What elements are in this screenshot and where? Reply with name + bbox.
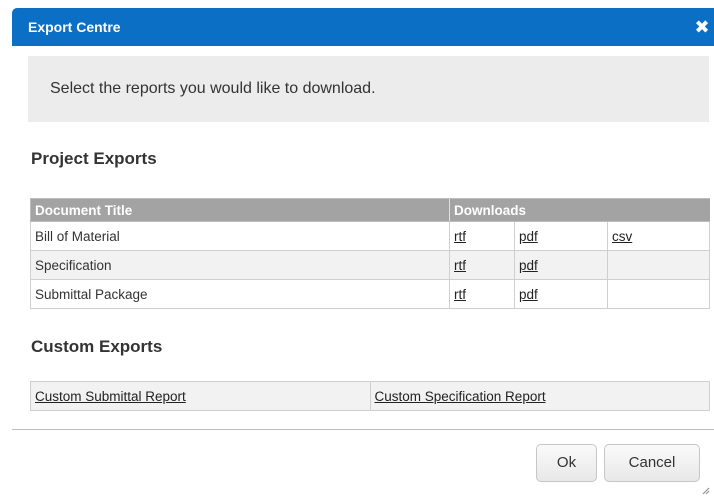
table-row: Custom Submittal Report Custom Specifica… — [30, 381, 710, 411]
dialog-titlebar[interactable]: Export Centre ✖ — [12, 8, 714, 46]
download-rtf-link[interactable]: rtf — [454, 258, 466, 273]
custom-submittal-report-link[interactable]: Custom Submittal Report — [35, 389, 186, 404]
export-centre-dialog: Export Centre ✖ Select the reports you w… — [0, 0, 714, 499]
download-pdf-link[interactable]: pdf — [519, 287, 538, 302]
column-header-document-title: Document Title — [30, 198, 450, 222]
table-row: Submittal Package rtf pdf — [30, 279, 710, 309]
custom-specification-report-link[interactable]: Custom Specification Report — [375, 389, 546, 404]
ok-button[interactable]: Ok — [536, 444, 597, 482]
empty-format-cell — [607, 279, 710, 309]
dialog-title: Export Centre — [28, 19, 121, 35]
instruction-panel: Select the reports you would like to dow… — [28, 56, 709, 122]
cancel-button[interactable]: Cancel — [604, 444, 700, 482]
download-csv-link[interactable]: csv — [612, 229, 632, 244]
document-title-cell: Specification — [30, 250, 450, 280]
instruction-text: Select the reports you would like to dow… — [50, 80, 376, 97]
document-title-cell: Bill of Material — [30, 221, 450, 251]
footer-divider — [12, 429, 714, 430]
custom-exports-heading: Custom Exports — [31, 337, 163, 356]
empty-format-cell — [607, 250, 710, 280]
table-row: Specification rtf pdf — [30, 250, 710, 280]
document-title-cell: Submittal Package — [30, 279, 450, 309]
column-header-downloads: Downloads — [449, 198, 710, 222]
download-rtf-link[interactable]: rtf — [454, 287, 466, 302]
close-icon[interactable]: ✖ — [692, 16, 712, 38]
table-header-row: Document Title Downloads — [30, 198, 710, 222]
custom-exports-table: Custom Submittal Report Custom Specifica… — [30, 381, 710, 411]
download-pdf-link[interactable]: pdf — [519, 258, 538, 273]
download-rtf-link[interactable]: rtf — [454, 229, 466, 244]
download-pdf-link[interactable]: pdf — [519, 229, 538, 244]
project-exports-heading: Project Exports — [31, 149, 157, 168]
project-exports-table: Document Title Downloads Bill of Materia… — [30, 198, 710, 309]
table-row: Bill of Material rtf pdf csv — [30, 221, 710, 251]
resize-grip-icon[interactable] — [702, 487, 710, 495]
